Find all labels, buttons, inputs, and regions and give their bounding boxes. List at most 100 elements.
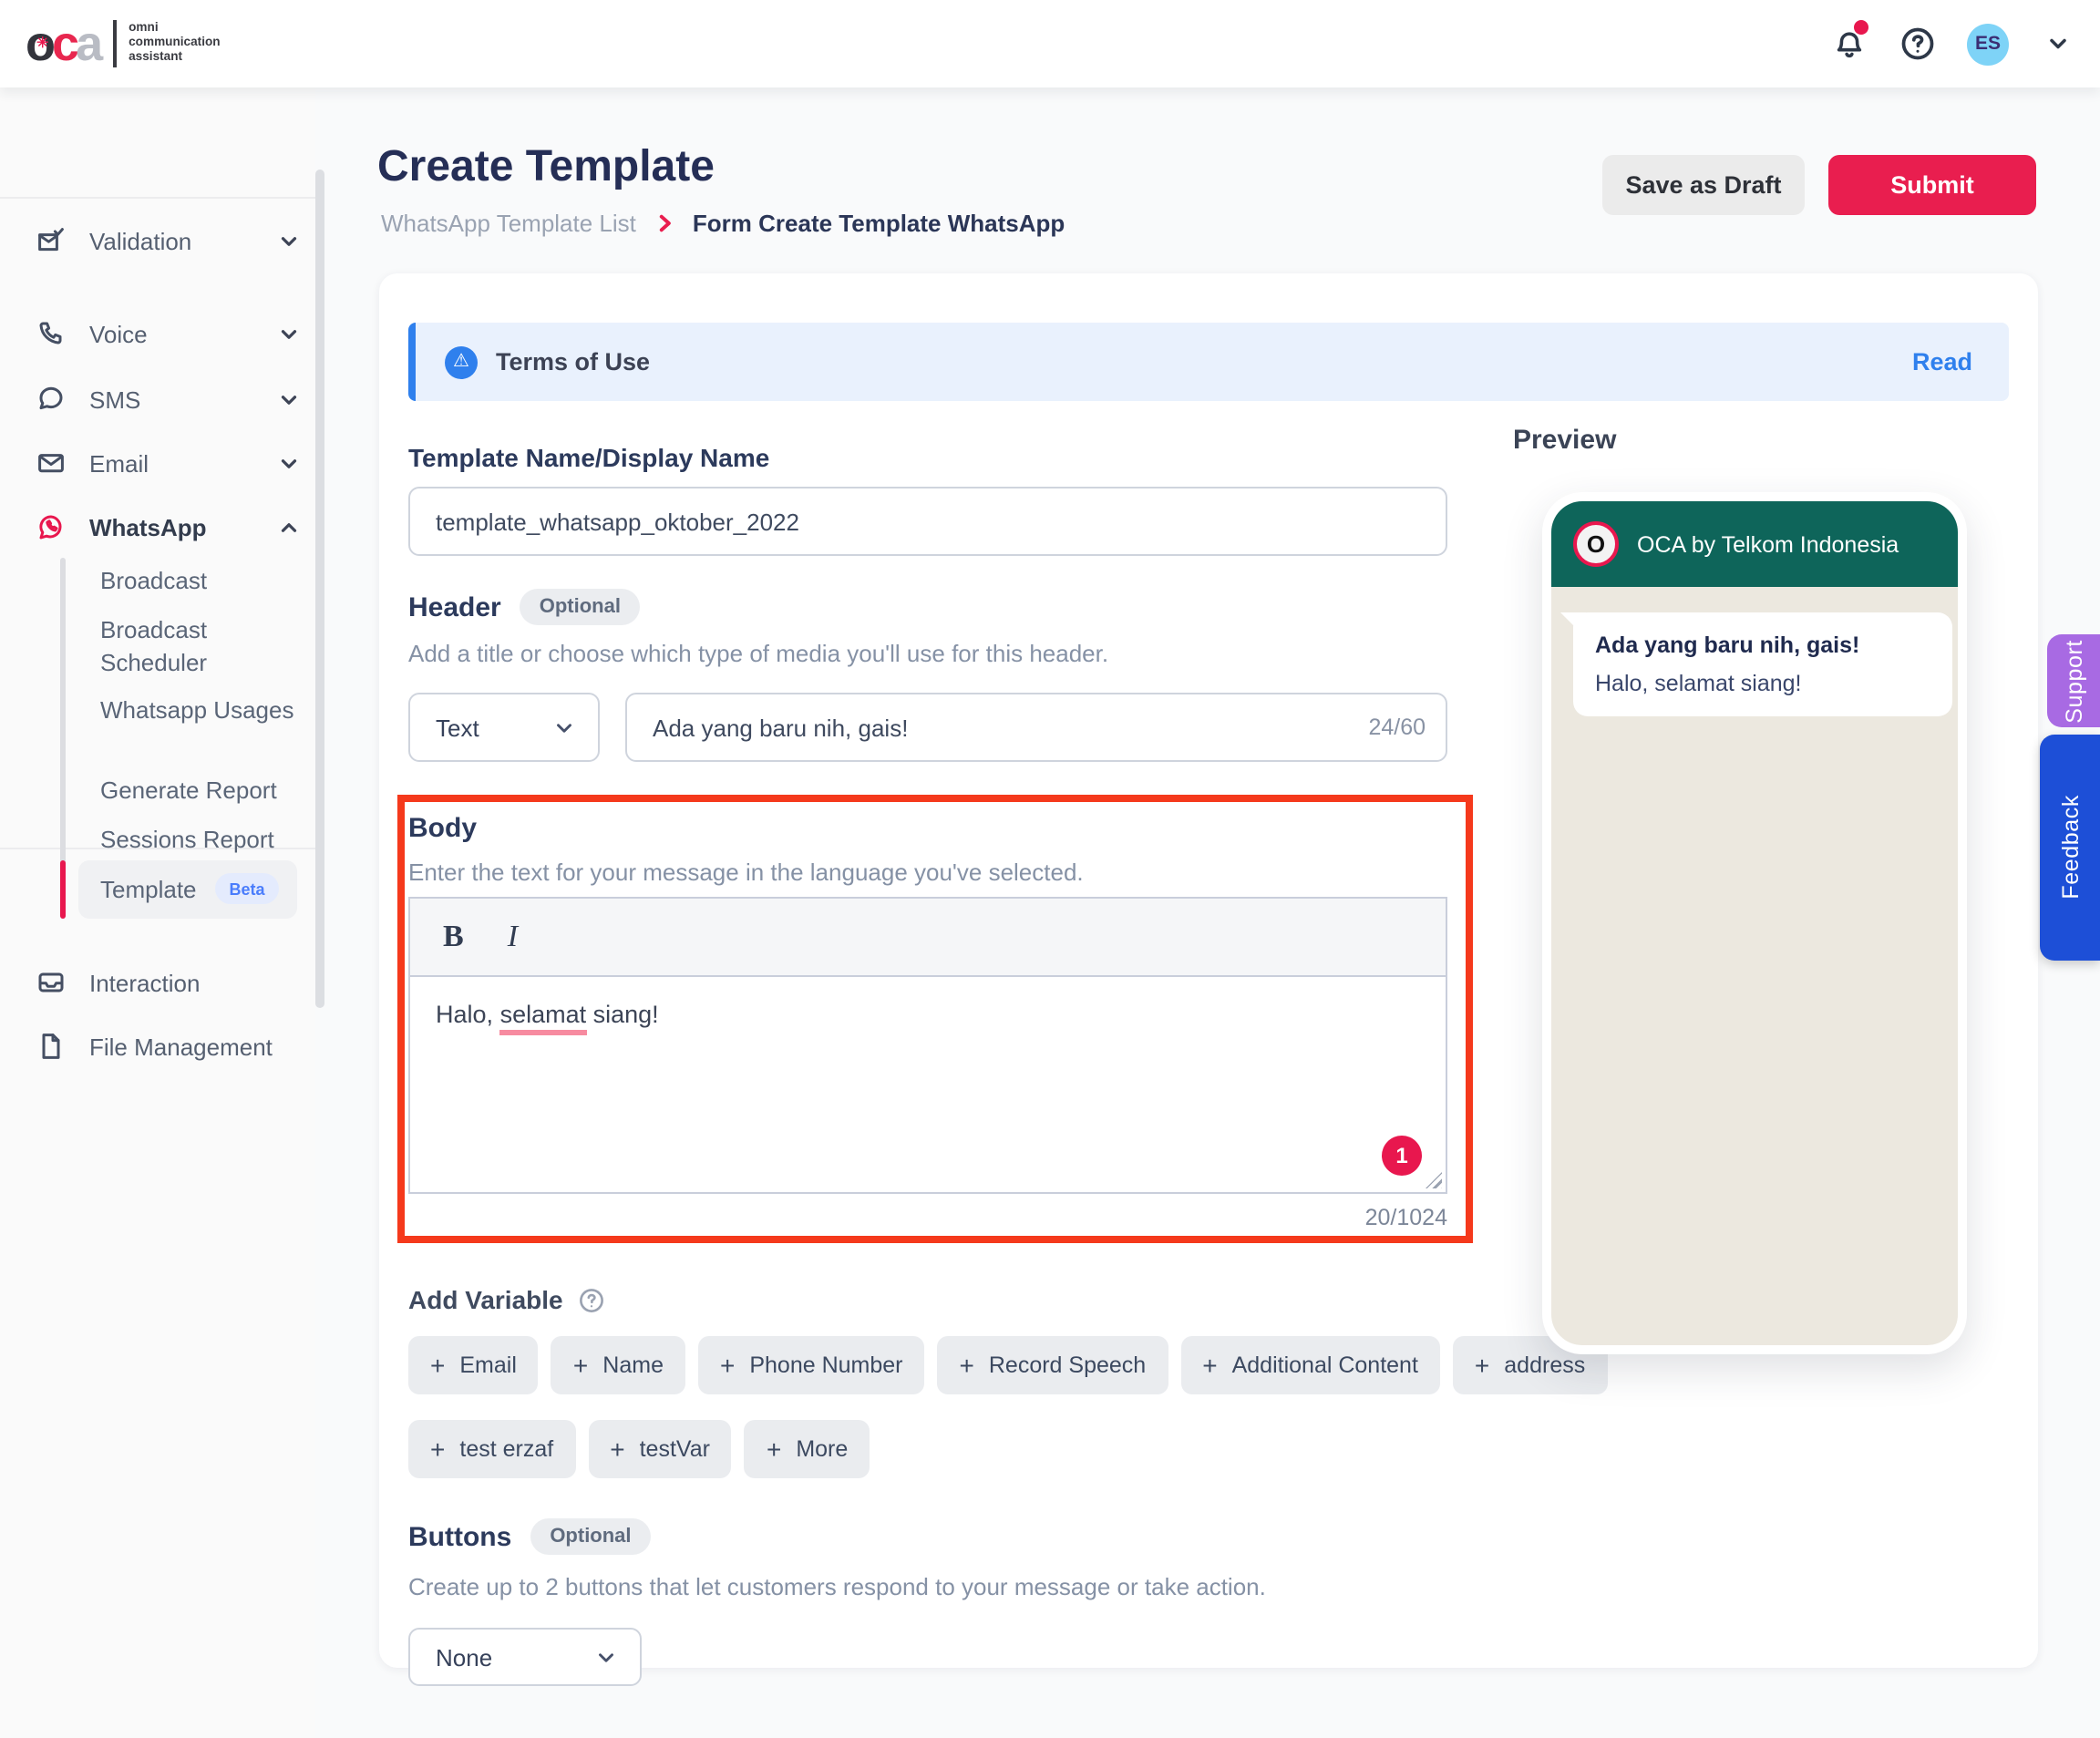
plus-icon: + [572, 1351, 589, 1380]
breadcrumb-parent-link[interactable]: WhatsApp Template List [381, 210, 636, 237]
message-bubble: Ada yang baru nih, gais! Halo, selamat s… [1560, 612, 1952, 716]
header-section-title-row: Header Optional [408, 589, 1447, 625]
user-avatar[interactable]: ES [1967, 23, 2009, 65]
plus-icon: + [610, 1435, 625, 1464]
chip-label: Name [602, 1352, 664, 1378]
chip-label: Record Speech [988, 1352, 1147, 1378]
oca-logo-word: o c a [26, 15, 103, 70]
chevron-down-icon [277, 387, 301, 411]
sidebar-item-broadcast[interactable]: Broadcast [100, 565, 301, 598]
sidebar-item-generate-report[interactable]: Generate Report [100, 775, 301, 807]
sidebar-item-sessions-report[interactable]: Sessions Report [100, 824, 301, 857]
sidebar-item-label: WhatsApp [89, 513, 207, 540]
sidebar-item-whatsapp-usages[interactable]: Whatsapp Usages [100, 694, 301, 727]
variable-chip-more[interactable]: + More [744, 1420, 870, 1478]
add-variable-label: Add Variable [408, 1285, 563, 1314]
body-textarea[interactable]: Halo, selamat siang! 1 [410, 977, 1446, 1192]
chip-label: More [796, 1436, 849, 1462]
chat-bubble-icon [36, 385, 66, 414]
sidebar-item-label: Voice [89, 320, 148, 347]
sidebar-item-template[interactable]: Template Beta [100, 873, 301, 907]
variable-chip-email[interactable]: + Email [408, 1336, 539, 1394]
page-title: Create Template [377, 142, 715, 191]
submit-button[interactable]: Submit [1828, 155, 2036, 215]
create-template-card: ⚠ Terms of Use Read Template Name/Displa… [379, 273, 2038, 1686]
sidebar-item-interaction[interactable]: Interaction [36, 959, 301, 1006]
topbar-actions: ES [1828, 20, 2078, 65]
help-icon[interactable] [1898, 24, 1938, 64]
header-type-select[interactable]: Text [408, 693, 600, 762]
logo-tagline: omni communication assistant [129, 22, 220, 67]
chip-label: Email [459, 1352, 517, 1378]
chevron-down-icon [594, 1645, 618, 1669]
variable-chip-phone-number[interactable]: + Phone Number [697, 1336, 925, 1394]
chevron-down-icon [277, 322, 301, 345]
chip-label: Phone Number [749, 1352, 903, 1378]
plus-icon: + [430, 1351, 446, 1380]
preview-panel: Preview O OCA by Telkom Indonesia Ada ya… [1513, 425, 2009, 1686]
sidebar-item-sms[interactable]: SMS [36, 375, 301, 423]
chevron-down-icon [277, 229, 301, 252]
header-text-input[interactable] [625, 693, 1447, 762]
sidebar-item-voice[interactable]: Voice [36, 310, 301, 357]
sidebar: Validation Voice SMS Email WhatsApp Broa… [0, 87, 315, 1738]
file-icon [36, 1032, 66, 1061]
italic-button[interactable]: I [508, 919, 518, 955]
variable-chip-record-speech[interactable]: + Record Speech [937, 1336, 1168, 1394]
chip-label: testVar [639, 1436, 710, 1462]
resize-handle[interactable] [1426, 1172, 1442, 1188]
logo-tagline-line1: omni [129, 21, 159, 35]
buttons-section: Buttons Optional Create up to 2 buttons … [408, 1518, 1447, 1686]
plus-icon: + [430, 1435, 446, 1464]
bold-button[interactable]: B [443, 919, 464, 955]
body-text-prefix: Halo, [436, 1001, 500, 1028]
breadcrumb-current: Form Create Template WhatsApp [692, 210, 1065, 237]
variable-chip-testvar[interactable]: + testVar [588, 1420, 732, 1478]
feedback-tab[interactable]: Feedback [2040, 735, 2100, 961]
sidebar-item-whatsapp[interactable]: WhatsApp [36, 503, 301, 550]
sidebar-item-label: Interaction [89, 969, 201, 996]
breadcrumb: WhatsApp Template List Form Create Templ… [381, 210, 1065, 237]
alert-icon: ⚠ [445, 345, 478, 378]
help-circle-icon[interactable] [578, 1286, 605, 1313]
notifications-bell-icon[interactable] [1828, 20, 1868, 64]
template-name-label: Template Name/Display Name [408, 443, 770, 472]
save-as-draft-button[interactable]: Save as Draft [1602, 155, 1805, 215]
terms-read-link[interactable]: Read [1912, 348, 1972, 375]
sidebar-item-file-management[interactable]: File Management [36, 1023, 301, 1070]
mail-check-icon [36, 226, 66, 255]
topbar: o c a omni communication assistant [0, 0, 2100, 87]
account-chevron-down-icon[interactable] [2038, 24, 2078, 64]
buttons-type-select[interactable]: None [408, 1628, 642, 1686]
sidebar-item-validation[interactable]: Validation [36, 217, 301, 264]
sidebar-item-label: File Management [89, 1033, 273, 1060]
optional-badge: Optional [519, 589, 641, 625]
annotation-badge[interactable]: 1 [1382, 1136, 1422, 1176]
notification-dot [1854, 20, 1868, 35]
sidebar-item-email[interactable]: Email [36, 439, 301, 487]
chip-label: Additional Content [1231, 1352, 1418, 1378]
chat-name: OCA by Telkom Indonesia [1637, 531, 1899, 557]
chevron-up-icon [277, 515, 301, 539]
chat-avatar: O [1573, 521, 1619, 567]
whatsapp-preview-phone: O OCA by Telkom Indonesia Ada yang baru … [1542, 492, 1967, 1354]
body-char-counter: 20/1024 [1364, 1205, 1447, 1230]
template-name-input[interactable] [408, 487, 1447, 556]
sidebar-divider [0, 197, 315, 199]
plus-icon: + [766, 1435, 782, 1464]
logo-letter-a: a [76, 15, 103, 70]
breadcrumb-chevron-icon [653, 211, 676, 235]
variable-chip-additional-content[interactable]: + Additional Content [1180, 1336, 1440, 1394]
optional-badge: Optional [530, 1518, 652, 1555]
support-tab[interactable]: Support [2047, 634, 2100, 727]
variable-chip-test-erzaf[interactable]: + test erzaf [408, 1420, 576, 1478]
sidebar-scrollbar[interactable] [315, 170, 324, 1008]
body-text: Halo, selamat siang! [410, 977, 1446, 1052]
header-section-title: Header [408, 591, 501, 622]
buttons-helper-text: Create up to 2 buttons that let customer… [408, 1573, 1266, 1600]
sidebar-item-label: Template [100, 876, 197, 903]
terms-of-use-banner: ⚠ Terms of Use Read [408, 323, 2009, 401]
sidebar-item-broadcast-scheduler[interactable]: Broadcast Scheduler [100, 614, 301, 680]
variable-chip-name[interactable]: + Name [551, 1336, 685, 1394]
plus-icon: + [719, 1351, 736, 1380]
